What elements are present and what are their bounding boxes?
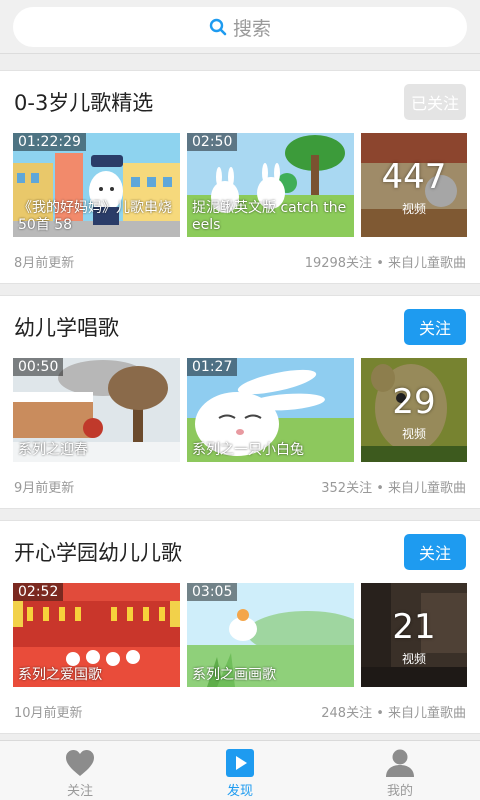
search-input[interactable]: 搜索 bbox=[13, 7, 467, 47]
follow-button[interactable]: 关注 bbox=[404, 534, 466, 570]
video-thumbnail[interactable]: 01:22:29 《我的好妈妈》儿歌串烧50首 58 bbox=[13, 133, 180, 237]
tab-me[interactable]: 我的 bbox=[320, 741, 480, 800]
video-caption: 系列之爱国歌 bbox=[18, 667, 102, 683]
search-placeholder: 搜索 bbox=[232, 17, 271, 40]
video-duration: 00:50 bbox=[13, 358, 64, 376]
video-caption: 系列之迎春 bbox=[18, 442, 88, 458]
follow-stats: 248关注 • 来自儿童歌曲 bbox=[321, 706, 466, 721]
playlist-card[interactable]: 幼儿学唱歌 关注 00:50 系列之迎春 01:27 系列之一只小白兔 29 视… bbox=[0, 295, 480, 509]
bottom-tab-bar: 关注 发现 我的 bbox=[0, 740, 480, 800]
video-count: 29 bbox=[392, 382, 436, 422]
video-thumbnail[interactable]: 00:50 系列之迎春 bbox=[13, 358, 180, 462]
search-bar: 搜索 bbox=[0, 0, 480, 54]
tab-label: 关注 bbox=[66, 784, 93, 799]
video-caption: 捉泥鳅英文版 catch the eels bbox=[192, 200, 347, 233]
followed-button[interactable]: 已关注 bbox=[404, 84, 466, 120]
video-caption: 系列之画画歌 bbox=[192, 667, 276, 683]
video-duration: 02:52 bbox=[13, 583, 64, 601]
video-count: 447 bbox=[381, 157, 447, 197]
playlist-title: 幼儿学唱歌 bbox=[14, 316, 119, 340]
follow-stats: 352关注 • 来自儿童歌曲 bbox=[321, 481, 466, 496]
video-count-label: 视频 bbox=[401, 652, 426, 666]
video-caption: 《我的好妈妈》儿歌串烧50首 58 bbox=[18, 200, 172, 233]
video-count-label: 视频 bbox=[401, 427, 426, 441]
playlist-card[interactable]: 0-3岁儿歌精选 已关注 01:22:29 《我的好妈妈》儿歌串烧50首 58 bbox=[0, 70, 480, 284]
playlist-title: 0-3岁儿歌精选 bbox=[14, 91, 154, 115]
tab-discover[interactable]: 发现 bbox=[160, 741, 320, 800]
playlist-title: 开心学园幼儿儿歌 bbox=[14, 541, 182, 565]
video-duration: 01:27 bbox=[187, 358, 238, 376]
updated-time: 10月前更新 bbox=[14, 706, 83, 721]
video-thumbnail[interactable]: 02:50 捉泥鳅英文版 catch the eels bbox=[187, 133, 354, 237]
video-duration: 01:22:29 bbox=[13, 133, 86, 151]
video-count: 21 bbox=[392, 607, 436, 647]
video-duration: 02:50 bbox=[187, 133, 238, 151]
more-videos-tile[interactable]: 447 视频 bbox=[361, 133, 467, 237]
updated-time: 9月前更新 bbox=[14, 481, 75, 496]
video-count-label: 视频 bbox=[401, 202, 426, 216]
heart-icon bbox=[66, 750, 94, 776]
more-videos-tile[interactable]: 29 视频 bbox=[361, 358, 467, 462]
person-icon bbox=[386, 749, 414, 777]
tab-label: 我的 bbox=[386, 784, 413, 799]
video-thumbnail[interactable]: 03:05 系列之画画歌 bbox=[187, 583, 354, 687]
video-thumbnail[interactable]: 01:27 系列之一只小白兔 bbox=[187, 358, 354, 462]
more-videos-tile[interactable]: 21 视频 bbox=[361, 583, 467, 687]
video-caption: 系列之一只小白兔 bbox=[192, 442, 304, 458]
video-thumbnail[interactable]: 02:52 系列之爱国歌 bbox=[13, 583, 180, 687]
tab-follow[interactable]: 关注 bbox=[0, 741, 160, 800]
tab-label: 发现 bbox=[226, 784, 253, 799]
search-icon bbox=[209, 18, 227, 36]
playlist-card[interactable]: 开心学园幼儿儿歌 关注 02:52 系列之爱国歌 03:05 系列之画画歌 21… bbox=[0, 520, 480, 734]
follow-button[interactable]: 关注 bbox=[404, 309, 466, 345]
updated-time: 8月前更新 bbox=[14, 256, 75, 271]
follow-stats: 19298关注 • 来自儿童歌曲 bbox=[304, 256, 466, 271]
play-icon bbox=[226, 749, 254, 777]
video-duration: 03:05 bbox=[187, 583, 238, 601]
